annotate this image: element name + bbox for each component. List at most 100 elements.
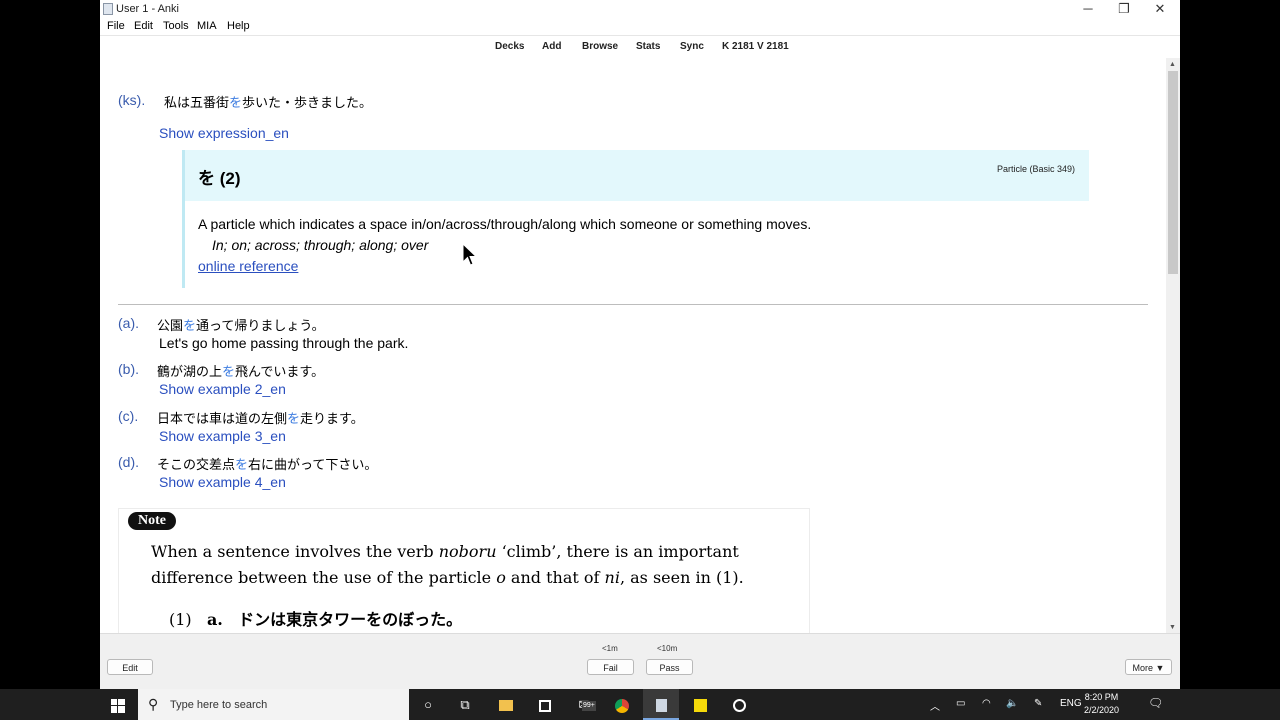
example-d-label: (d). [118,454,139,470]
language-indicator[interactable]: ENG [1060,698,1082,709]
note-line-2-c: and that of [505,568,605,587]
show-example-3-link[interactable]: Show example 3_en [159,428,286,444]
minimize-button[interactable]: ─ [1070,0,1106,18]
vertical-scrollbar[interactable]: ▲ ▼ [1166,58,1180,633]
ks-sentence: 私は五番街を歩いた・歩きました。 [164,92,372,111]
particle-tag: Particle (Basic 349) [996,164,1075,174]
note-line-2-e: , as seen in (1). [619,568,744,587]
note-example: (1) a. ドンは東京タワーをのぼった。 [169,606,462,630]
ks-text-after: 歩いた・歩きました。 [242,95,373,110]
restore-button[interactable]: ❐ [1106,0,1142,18]
example-d-sentence: そこの交差点を右に曲がって下さい。 [157,454,377,473]
particle-header: を (2) Particle (Basic 349) [185,150,1089,201]
windows-taskbar: ⚲ Type here to search ○ ⧉ ✉99+ ︿ ▭ ◠ 🔈 ✎… [0,689,1280,720]
example-b-sentence: 鶴が湖の上を飛んでいます。 [157,361,324,380]
store-icon[interactable] [527,689,563,720]
ks-particle: を [229,95,243,110]
note-line-2: difference between the use of the partic… [151,568,744,587]
chrome-icon[interactable] [604,689,640,720]
example-a-before: 公園 [157,318,184,333]
note-line-1-a: When a sentence involves the verb [151,542,439,561]
cortana-icon[interactable]: ○ [410,689,446,720]
more-button[interactable]: More ▼ [1125,659,1172,675]
example-a-sentence: 公園を通って帰りましょう。 [157,315,325,334]
example-c-before: 日本では車は道の左側 [157,411,288,426]
note-line-2-o: o [496,568,506,587]
menu-mia[interactable]: MIA [197,20,217,32]
volume-icon[interactable]: 🔈 [1006,698,1018,709]
show-example-4-link[interactable]: Show example 4_en [159,474,286,490]
scrollbar-thumb[interactable] [1168,71,1178,274]
particle-title: を (2) [198,169,241,188]
anki-taskbar-icon[interactable] [643,689,679,720]
show-example-2-link[interactable]: Show example 2_en [159,381,286,397]
answer-bar: Edit <1m Fail <10m Pass More ▼ [100,633,1180,689]
battery-icon[interactable]: ▭ [956,698,965,709]
menu-edit[interactable]: Edit [134,20,153,32]
example-d-particle: を [235,457,249,472]
example-b-before: 鶴が湖の上 [157,364,223,379]
note-line-2-ni: ni [604,568,620,587]
pen-icon[interactable]: ✎ [1034,698,1042,709]
menu-tools[interactable]: Tools [163,20,189,32]
browse-button[interactable]: Browse [582,41,618,52]
tray-overflow-icon[interactable]: ︿ [930,698,940,713]
pass-interval: <10m [657,644,678,653]
ks-text-before: 私は五番街 [164,95,230,110]
windows-start-icon[interactable] [100,689,136,720]
anki-app-icon [103,3,113,15]
note-example-letter: a. [206,610,223,629]
scroll-up-icon[interactable]: ▲ [1169,61,1176,68]
example-b-after: 飛んでいます。 [235,364,325,379]
menu-file[interactable]: File [107,20,125,32]
note-line-1-verb: noboru [438,542,497,561]
section-divider [118,304,1148,305]
decks-button[interactable]: Decks [495,41,524,52]
file-explorer-icon[interactable] [488,689,524,720]
store-badge: 99+ [582,701,596,711]
menu-bar: File Edit Tools MIA Help [100,18,1180,35]
example-a-label: (a). [118,315,139,331]
fail-button[interactable]: Fail [587,659,634,675]
desktop-right [1180,0,1280,689]
particle-meaning: A particle which indicates a space in/on… [198,216,812,232]
example-c-sentence: 日本では車は道の左側を走ります。 [157,408,364,427]
clock-time: 8:20 PM [1084,692,1119,702]
online-reference-link[interactable]: online reference [198,258,298,274]
notification-icon[interactable]: 🗨 [1148,696,1163,710]
example-b-label: (b). [118,361,139,377]
fail-interval: <1m [602,644,618,653]
task-view-icon[interactable]: ⧉ [447,689,483,720]
example-c-label: (c). [118,408,139,424]
sticky-notes-icon[interactable] [682,689,718,720]
obs-icon[interactable] [721,689,757,720]
edit-button[interactable]: Edit [107,659,153,675]
note-badge: Note [128,512,176,530]
mail-icon[interactable]: ✉99+ [566,689,602,720]
mouse-cursor-icon [462,243,478,266]
stats-button[interactable]: Stats [636,41,660,52]
window-title: User 1 - Anki [116,3,179,15]
note-line-2-a: difference between the use of the partic… [151,568,497,587]
system-clock[interactable]: 8:20 PM 2/2/2020 [1084,691,1119,717]
example-b-particle: を [222,364,236,379]
close-button[interactable]: ✕ [1142,0,1178,18]
title-bar[interactable]: User 1 - Anki ─ ❐ ✕ [100,0,1180,18]
add-button[interactable]: Add [542,41,561,52]
example-c-particle: を [287,411,301,426]
note-example-text: ドンは東京タワーをのぼった。 [238,610,463,629]
show-expression-link[interactable]: Show expression_en [159,125,289,141]
particle-english: In; on; across; through; along; over [212,237,429,253]
example-a-translation: Let's go home passing through the park. [159,335,409,351]
sync-button[interactable]: Sync [680,41,704,52]
note-line-1-c: ‘climb’, there is an important [496,542,739,561]
note-line-1: When a sentence involves the verb noboru… [151,542,739,561]
scroll-down-icon[interactable]: ▼ [1169,624,1176,631]
example-d-before: そこの交差点 [157,457,236,472]
taskbar-search-box[interactable]: ⚲ Type here to search [138,689,409,720]
menu-help[interactable]: Help [227,20,250,32]
pass-button[interactable]: Pass [646,659,693,675]
card-counts: K 2181 V 2181 [722,41,789,52]
wifi-icon[interactable]: ◠ [982,698,991,709]
search-icon: ⚲ [148,696,159,712]
